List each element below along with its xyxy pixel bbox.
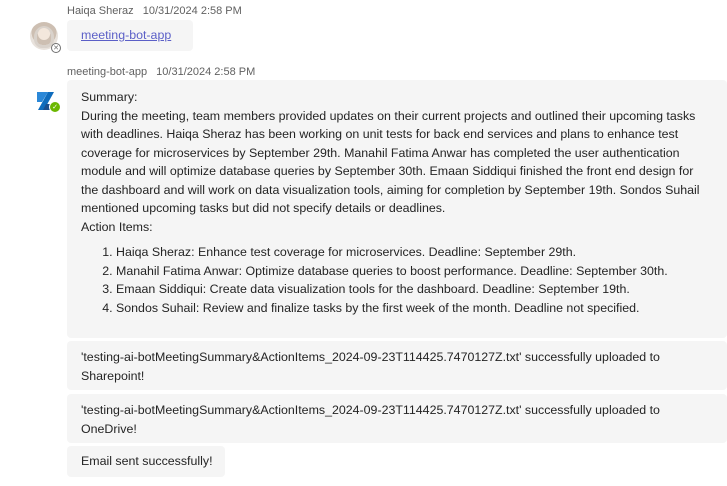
available-status-icon: ✓ [49,101,61,113]
meeting-bot-app-link[interactable]: meeting-bot-app [81,28,171,42]
offline-status-icon: ✕ [51,43,61,53]
action-items-list: Haiqa Sheraz: Enhance test coverage for … [81,243,713,317]
message-header: Haiqa Sheraz 10/31/2024 2:58 PM [67,5,242,17]
email-status-message: Email sent successfully! [67,446,225,477]
sender-name: meeting-bot-app [67,66,148,78]
email-status-text: Email sent successfully! [81,454,213,468]
action-items-heading: Action Items: [81,219,153,234]
message-timestamp: 10/31/2024 2:58 PM [156,66,256,78]
list-item: Haiqa Sheraz: Enhance test coverage for … [116,243,713,262]
upload-status-text: 'testing-ai-botMeetingSummary&ActionItem… [81,350,660,383]
list-item: Emaan Siddiqui: Create data visualizatio… [116,280,713,299]
list-item: Manahil Fatima Anwar: Optimize database … [116,262,713,281]
message-timestamp: 10/31/2024 2:58 PM [142,5,242,17]
sharepoint-upload-message: 'testing-ai-botMeetingSummary&ActionItem… [67,341,727,390]
avatar[interactable]: ✕ [30,22,61,53]
message-header: meeting-bot-app 10/31/2024 2:58 PM [67,66,255,78]
chat-pane: Haiqa Sheraz 10/31/2024 2:58 PM ✕ meetin… [0,0,727,486]
onedrive-upload-message: 'testing-ai-botMeetingSummary&ActionItem… [67,394,727,443]
message-bubble: meeting-bot-app [67,20,193,51]
summary-body: During the meeting, team members provide… [81,108,700,216]
upload-status-text: 'testing-ai-botMeetingSummary&ActionItem… [81,403,660,436]
sender-name: Haiqa Sheraz [67,5,134,17]
summary-message-bubble: Summary: During the meeting, team member… [67,80,727,338]
avatar-face [38,28,50,40]
list-item: Sondos Suhail: Review and finalize tasks… [116,299,713,318]
summary-heading: Summary: [81,90,138,104]
